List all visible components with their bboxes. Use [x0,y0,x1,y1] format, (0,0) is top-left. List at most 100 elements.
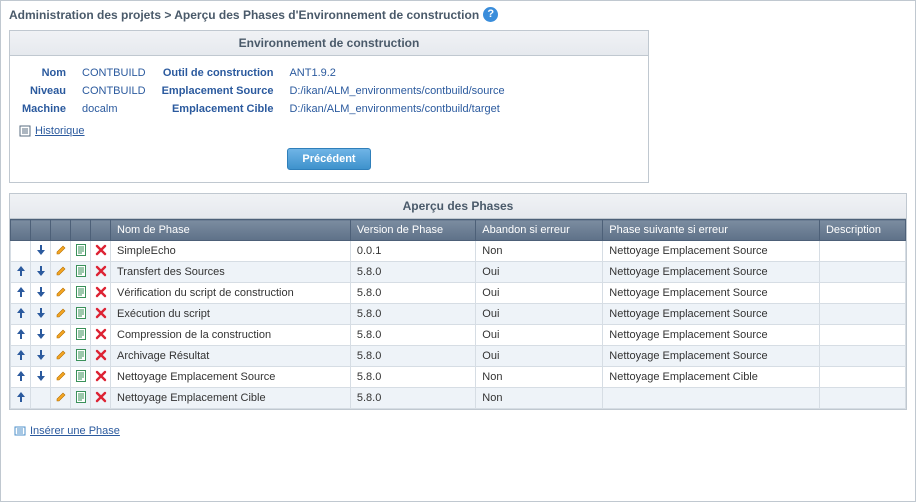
phase-next: Nettoyage Emplacement Source [603,241,820,262]
arrow-up-icon-cell [11,241,31,262]
edit-icon[interactable] [54,285,68,299]
env-value-machine: docalm [74,100,154,118]
delete-icon[interactable] [94,243,108,257]
phase-abort: Oui [476,304,603,325]
delete-icon-cell [91,367,111,388]
insert-phase-link[interactable]: Insérer une Phase [13,424,120,438]
delete-icon-cell [91,241,111,262]
view-params-icon[interactable] [74,327,88,341]
col-next: Phase suivante si erreur [603,220,820,241]
env-label-outil: Outil de construction [154,64,282,82]
edit-icon-cell [51,367,71,388]
delete-icon-cell [91,262,111,283]
history-icon [18,124,32,138]
view-params-icon-cell [71,283,91,304]
history-label: Historique [35,125,85,137]
table-row: Compression de la construction5.8.0OuiNe… [11,325,906,346]
arrow-down-icon[interactable] [34,285,48,299]
back-button[interactable]: Précédent [287,148,370,170]
view-params-icon-cell [71,325,91,346]
edit-icon[interactable] [54,264,68,278]
col-name: Nom de Phase [111,220,351,241]
phase-next: Nettoyage Emplacement Source [603,325,820,346]
arrow-up-icon-cell [11,283,31,304]
edit-icon-cell [51,283,71,304]
phase-version: 5.8.0 [350,262,475,283]
view-params-icon[interactable] [74,264,88,278]
phase-desc [819,283,905,304]
view-params-icon[interactable] [74,306,88,320]
phase-abort: Oui [476,262,603,283]
arrow-up-icon[interactable] [14,390,28,404]
arrow-down-icon[interactable] [34,243,48,257]
phase-abort: Non [476,388,603,409]
phase-next: Nettoyage Emplacement Cible [603,367,820,388]
edit-icon[interactable] [54,327,68,341]
view-params-icon-cell [71,346,91,367]
col-version: Version de Phase [350,220,475,241]
arrow-up-icon-cell [11,325,31,346]
phase-desc [819,304,905,325]
phase-desc [819,262,905,283]
phase-version: 5.8.0 [350,283,475,304]
view-params-icon-cell [71,304,91,325]
view-params-icon[interactable] [74,243,88,257]
phase-abort: Non [476,241,603,262]
phase-abort: Oui [476,325,603,346]
delete-icon[interactable] [94,327,108,341]
phase-name: Exécution du script [111,304,351,325]
phase-version: 5.8.0 [350,346,475,367]
edit-icon[interactable] [54,306,68,320]
table-row: SimpleEcho0.0.1NonNettoyage Emplacement … [11,241,906,262]
edit-icon[interactable] [54,390,68,404]
delete-icon-cell [91,283,111,304]
delete-icon[interactable] [94,264,108,278]
phase-version: 5.8.0 [350,388,475,409]
edit-icon[interactable] [54,243,68,257]
arrow-up-icon[interactable] [14,285,28,299]
view-params-icon[interactable] [74,390,88,404]
env-label-niveau: Niveau [14,82,74,100]
phase-name: Nettoyage Emplacement Cible [111,388,351,409]
edit-icon[interactable] [54,348,68,362]
edit-icon-cell [51,304,71,325]
phase-version: 5.8.0 [350,367,475,388]
table-row: Nettoyage Emplacement Source5.8.0NonNett… [11,367,906,388]
view-params-icon[interactable] [74,369,88,383]
help-icon[interactable]: ? [483,7,498,22]
view-params-icon[interactable] [74,348,88,362]
delete-icon[interactable] [94,369,108,383]
arrow-down-icon[interactable] [34,369,48,383]
breadcrumb: Administration des projets > Aperçu des … [9,7,907,22]
arrow-up-icon[interactable] [14,264,28,278]
phase-desc [819,325,905,346]
delete-icon-cell [91,346,111,367]
delete-icon[interactable] [94,306,108,320]
arrow-up-icon[interactable] [14,369,28,383]
phase-next: Nettoyage Emplacement Source [603,262,820,283]
delete-icon[interactable] [94,285,108,299]
arrow-up-icon[interactable] [14,306,28,320]
arrow-down-icon[interactable] [34,264,48,278]
env-label-cible: Emplacement Cible [154,100,282,118]
view-params-icon-cell [71,241,91,262]
arrow-up-icon[interactable] [14,348,28,362]
history-link[interactable]: Historique [18,124,85,138]
env-label-machine: Machine [14,100,74,118]
edit-icon-cell [51,388,71,409]
env-label-nom: Nom [14,64,74,82]
edit-icon[interactable] [54,369,68,383]
arrow-up-icon[interactable] [14,327,28,341]
delete-icon[interactable] [94,390,108,404]
view-params-icon[interactable] [74,285,88,299]
arrow-down-icon[interactable] [34,306,48,320]
col-abort: Abandon si erreur [476,220,603,241]
arrow-up-icon-cell [11,346,31,367]
delete-icon[interactable] [94,348,108,362]
insert-phase-label: Insérer une Phase [30,425,120,437]
arrow-down-icon[interactable] [34,348,48,362]
arrow-down-icon[interactable] [34,327,48,341]
phase-abort: Non [476,367,603,388]
table-row: Vérification du script de construction5.… [11,283,906,304]
phase-version: 5.8.0 [350,325,475,346]
